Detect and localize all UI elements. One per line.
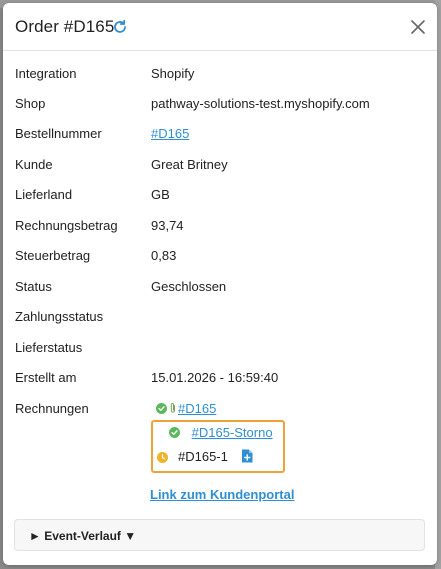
field-label: Lieferland: [15, 187, 73, 202]
invoice-number: #D165-1: [178, 449, 228, 464]
field-label: Lieferstatus: [15, 340, 83, 355]
order-number-link[interactable]: #D165: [151, 126, 189, 141]
field-label: Bestellnummer: [15, 126, 102, 141]
clock-icon: [157, 452, 168, 463]
field-customer: Kunde Great Britney: [15, 157, 425, 177]
invoice-link[interactable]: #D165: [178, 401, 216, 416]
field-value: Geschlossen: [151, 279, 227, 294]
invoice-item: #D165: [156, 401, 216, 416]
field-shop: Shop pathway-solutions-test.myshopify.co…: [15, 96, 425, 116]
customer-portal-link[interactable]: Link zum Kundenportal: [150, 487, 294, 502]
field-delivery-status: Lieferstatus: [15, 340, 425, 360]
field-label: Rechnungsbetrag: [15, 218, 118, 233]
field-label: Rechnungen: [15, 401, 89, 416]
check-circle-icon: [156, 403, 167, 414]
document-plus-icon[interactable]: [241, 449, 253, 463]
paperclip-icon[interactable]: [169, 402, 177, 414]
field-value: 0,83: [151, 248, 177, 263]
event-history-toggle[interactable]: ► Event-Verlauf ▼: [14, 519, 425, 551]
check-circle-icon: [169, 427, 180, 438]
field-value: Shopify: [151, 66, 195, 81]
close-icon[interactable]: [408, 17, 428, 37]
field-delivery-country: Lieferland GB: [15, 187, 425, 207]
field-label: Shop: [15, 96, 46, 111]
order-modal: Order #D165 Integration Shopify Shop pat…: [3, 3, 437, 565]
field-order-number: Bestellnummer #D165: [15, 126, 425, 146]
field-integration: Integration Shopify: [15, 66, 425, 86]
field-payment-status: Zahlungsstatus: [15, 309, 425, 329]
field-value: GB: [151, 187, 170, 202]
field-invoice-amount: Rechnungsbetrag 93,74: [15, 218, 425, 238]
modal-header: Order #D165: [3, 3, 437, 51]
field-label: Status: [15, 279, 52, 294]
event-history-label: ► Event-Verlauf ▼: [29, 529, 137, 543]
field-tax-amount: Steuerbetrag 0,83: [15, 248, 425, 268]
field-label: Integration: [15, 66, 77, 81]
field-value: 93,74: [151, 218, 184, 233]
field-label: Steuerbetrag: [15, 248, 91, 263]
field-label: Erstellt am: [15, 370, 77, 385]
field-value: Great Britney: [151, 157, 228, 172]
field-invoices: Rechnungen: [15, 401, 425, 421]
field-status: Status Geschlossen: [15, 279, 425, 299]
modal-title: Order #D165: [15, 17, 115, 36]
field-value: pathway-solutions-test.myshopify.com: [151, 96, 370, 111]
invoice-item: #D165-Storno: [169, 425, 273, 440]
field-label: Zahlungsstatus: [15, 309, 104, 324]
storno-invoice-link[interactable]: #D165-Storno: [192, 425, 273, 440]
refresh-icon[interactable]: [112, 19, 128, 35]
field-value: 15.01.2026 - 16:59:40: [151, 370, 279, 385]
field-label: Kunde: [15, 157, 53, 172]
field-created-at: Erstellt am 15.01.2026 - 16:59:40: [15, 370, 425, 390]
